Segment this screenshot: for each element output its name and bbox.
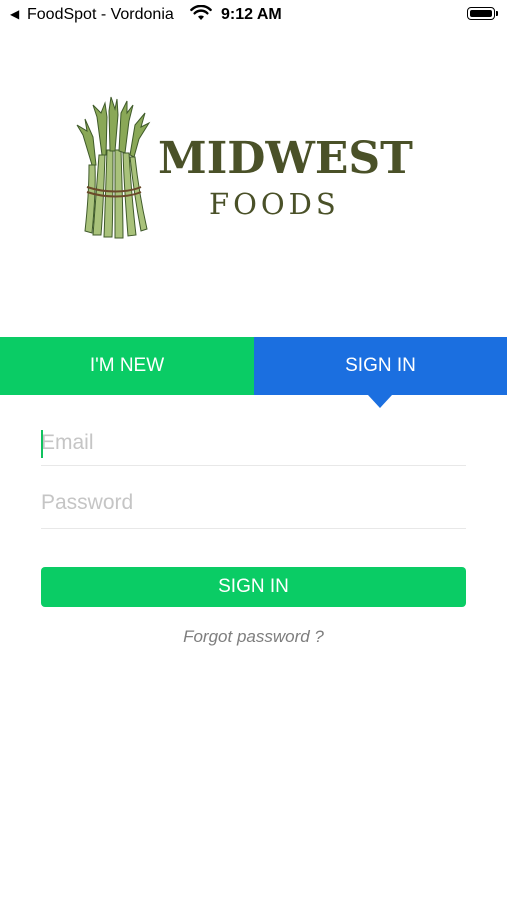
logo-word-foods: FOODS (209, 187, 340, 221)
midwest-foods-logo: MIDWEST FOODS (75, 95, 413, 245)
auth-tabs: I'M NEW SIGN IN (0, 337, 507, 395)
logo-word-midwest: MIDWEST (158, 133, 413, 184)
back-arrow-icon[interactable]: ◀ (10, 7, 19, 21)
email-underline (41, 465, 466, 466)
status-time: 9:12 AM (221, 6, 282, 23)
asparagus-bundle-icon (76, 96, 151, 239)
battery-icon (467, 7, 498, 20)
status-bar: ◀ FoodSpot - Vordonia 9:12 AM (0, 0, 507, 30)
tab-im-new[interactable]: I'M NEW (0, 337, 254, 395)
password-underline (41, 528, 466, 529)
active-tab-pointer (368, 395, 392, 408)
text-cursor (41, 430, 43, 458)
forgot-password-link[interactable]: Forgot password ? (0, 627, 507, 647)
sign-in-button[interactable]: SIGN IN (41, 567, 466, 607)
back-to-app-label[interactable]: FoodSpot - Vordonia (27, 6, 174, 24)
password-input[interactable] (41, 481, 466, 525)
email-input[interactable] (41, 421, 466, 465)
tab-sign-in[interactable]: SIGN IN (254, 337, 507, 395)
wifi-icon (190, 5, 212, 20)
